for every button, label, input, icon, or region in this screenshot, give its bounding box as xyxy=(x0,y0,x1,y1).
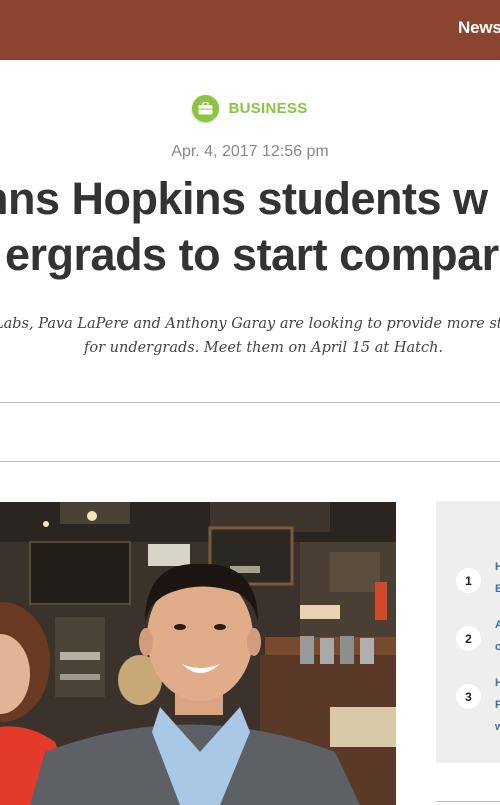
sidebar-divider xyxy=(436,801,500,802)
headline-line-1: nns Hopkins students w xyxy=(0,173,488,224)
article-date: Apr. 4, 2017 12:56 pm xyxy=(171,143,329,160)
dek-line-1: Labs, Pava LaPere and Anthony Garay are … xyxy=(0,316,500,332)
dek-line-2: for undergrads. Meet them on April 15 at… xyxy=(84,340,444,356)
article-headline: nns Hopkins students w ergrads to start … xyxy=(0,171,500,283)
rank-badge: 2 xyxy=(456,626,481,651)
article-photo xyxy=(0,502,396,805)
popular-item-line: F xyxy=(495,699,500,711)
popular-item-line: B xyxy=(495,583,500,595)
popular-item-line: w xyxy=(495,721,500,733)
nav-link-news[interactable]: News xyxy=(458,18,500,38)
rank-badge: 1 xyxy=(456,568,481,593)
divider-bottom xyxy=(0,461,500,462)
divider-top xyxy=(0,402,500,403)
popular-item-line: c xyxy=(495,641,500,653)
popular-item-link[interactable]: H F w xyxy=(495,672,500,738)
popular-item-line: H xyxy=(495,561,500,573)
photo-illustration xyxy=(0,502,396,805)
popular-item-line: H xyxy=(495,677,500,689)
rank-badge: 3 xyxy=(456,684,481,709)
article-dek: Labs, Pava LaPere and Anthony Garay are … xyxy=(0,312,500,360)
category-label: BUSINESS xyxy=(228,100,308,117)
article-page: News BUSINESS Apr. 4, 2017 12:56 pm nns … xyxy=(0,0,500,805)
popular-item-link[interactable]: H B xyxy=(495,556,500,600)
category-link[interactable]: BUSINESS xyxy=(192,95,307,122)
popular-item-link[interactable]: A c xyxy=(495,614,500,658)
site-header: News xyxy=(0,0,500,60)
briefcase-icon xyxy=(192,95,220,122)
popular-item-line: A xyxy=(495,619,500,631)
category-row: BUSINESS xyxy=(0,95,500,122)
headline-line-2: ergrads to start compar xyxy=(5,229,499,280)
